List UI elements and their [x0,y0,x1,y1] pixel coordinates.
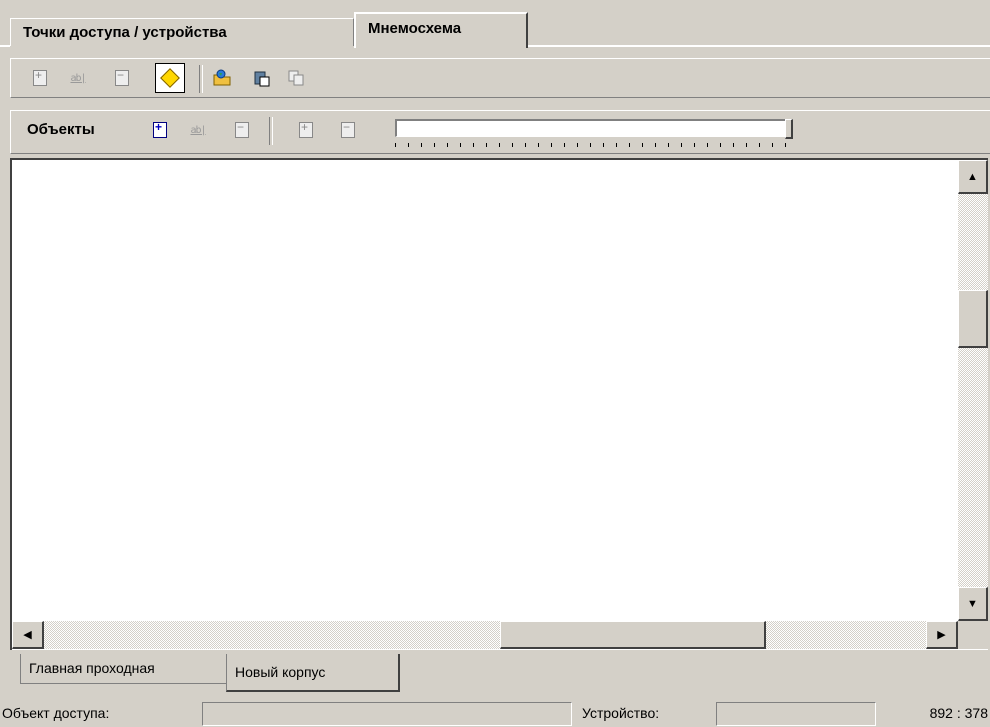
tab-access-points-label: Точки доступа / устройства [23,24,227,41]
scroll-left-button[interactable]: ◀ [12,621,44,649]
slider-thumb[interactable] [785,119,793,139]
add-doc-icon [33,68,47,86]
arrow-down-icon: ▼ [967,597,978,610]
horizontal-scroll-thumb[interactable] [500,621,766,649]
text-field-icon: ab| [190,124,206,136]
remove-scheme-button[interactable] [111,67,133,89]
select-object-icon [160,68,180,88]
scroll-right-button[interactable]: ▶ [926,621,958,649]
arrow-right-icon: ▶ [937,629,946,641]
copy-button[interactable] [285,67,307,89]
object-field [202,702,572,726]
tab-new-building[interactable]: Новый корпус [226,654,400,692]
mnemo-canvas-frame: ▲ ▼ ◀ ▶ [10,158,988,650]
objects-label: Объекты [27,121,95,138]
tab-mnemo[interactable]: Мнемосхема [354,12,528,48]
mnemo-canvas[interactable] [12,160,958,621]
add-object-icon [153,120,167,138]
add-scheme-button[interactable] [29,67,51,89]
open-folder-icon [213,69,231,86]
rename-object-button[interactable]: ab| [187,119,209,141]
tab-baseline [528,45,990,47]
tab-baseline [0,45,10,47]
text-field-icon: ab| [70,72,86,84]
device-label: Устройство: [582,705,660,721]
toolbar-separator [269,117,273,145]
scroll-down-button[interactable]: ▼ [958,587,988,621]
remove-object-button[interactable] [231,119,253,141]
add-page-button[interactable] [295,119,317,141]
top-tab-bar: Точки доступа / устройства Мнемосхема [0,0,990,52]
main-toolbar: ab| [10,58,990,98]
remove-object-icon [235,120,249,138]
vertical-scroll-thumb[interactable] [958,290,988,348]
remove-doc-icon [115,68,129,86]
tab-new-building-label: Новый корпус [235,664,326,680]
device-field [716,702,876,726]
paste-button[interactable] [251,67,273,89]
tab-main-entrance-label: Главная проходная [29,660,155,676]
zoom-slider[interactable] [395,119,795,147]
arrow-left-icon: ◀ [23,629,32,641]
add-object-button[interactable] [149,119,171,141]
tab-access-points[interactable]: Точки доступа / устройства [10,18,354,46]
status-bar: Объект доступа: Устройство: 892 : 378 [0,700,990,727]
select-mode-button[interactable] [155,63,185,93]
remove-page-icon [341,120,355,138]
vertical-scrollbar[interactable]: ▲ ▼ [958,160,988,621]
tab-mnemo-label: Мнемосхема [368,20,462,37]
scroll-up-button[interactable]: ▲ [958,160,988,194]
horizontal-scrollbar[interactable]: ◀ ▶ [12,621,958,649]
rename-scheme-button[interactable]: ab| [67,67,89,89]
toolbar-separator [199,65,203,93]
slider-ticks [395,143,791,147]
cursor-coordinates: 892 : 378 [929,705,988,721]
scroll-corner [958,621,988,649]
remove-page-button[interactable] [337,119,359,141]
object-label: Объект доступа: [2,705,110,721]
tab-main-entrance[interactable]: Главная проходная [20,654,236,684]
arrow-up-icon: ▲ [967,170,978,183]
add-page-icon [299,120,313,138]
copy-icon [288,70,304,86]
objects-toolbar: Объекты ab| [10,110,990,154]
page-tab-bar: Главная проходная Новый корпус [10,652,990,692]
paste-icon [254,71,270,87]
slider-track [395,119,791,137]
open-button[interactable] [211,67,233,89]
